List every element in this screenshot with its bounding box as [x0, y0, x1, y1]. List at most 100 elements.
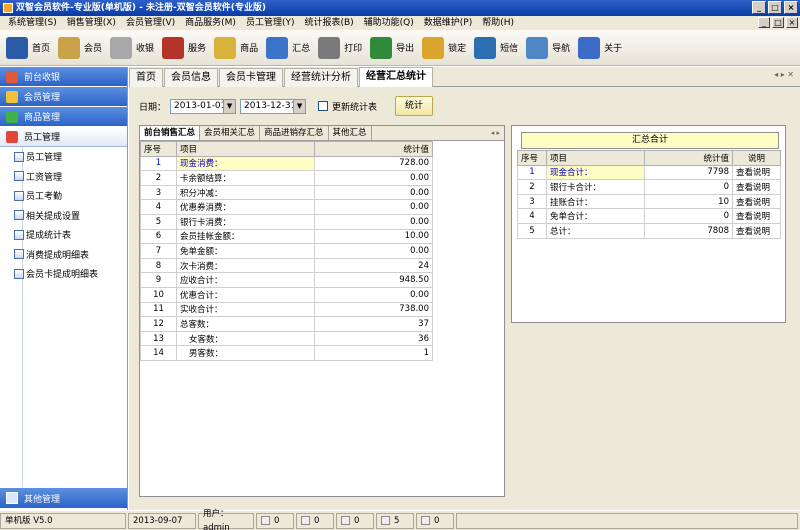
table-row[interactable]: 13 女客数： 36	[140, 330, 433, 347]
minimize-button[interactable]: _	[752, 1, 766, 14]
mdi-close-button[interactable]: ×	[786, 17, 798, 28]
end-date-picker[interactable]: 2013-12-31 ▼	[240, 98, 307, 114]
table-row[interactable]: 10 优惠合计： 0.00	[140, 286, 433, 303]
tab-scroll-arrows[interactable]: ◂ ▸ ✕	[774, 70, 794, 79]
sidebar-item-label: 提成统计表	[26, 231, 72, 242]
start-date-picker[interactable]: 2013-01-01 ▼	[170, 98, 237, 114]
chevron-down-icon[interactable]: ▼	[223, 99, 236, 113]
column-header[interactable]: 序号	[140, 141, 177, 157]
menu-reports[interactable]: 统计报表(B)	[299, 16, 358, 30]
update-stats-checkbox[interactable]	[318, 101, 329, 111]
toolbar-sms-button[interactable]: 短信	[474, 32, 518, 64]
sidebar-group-other[interactable]: 其他管理	[0, 488, 127, 508]
toolbar-cashier-button[interactable]: 收银	[110, 32, 154, 64]
stats-button[interactable]: 统计	[395, 96, 434, 116]
table-row[interactable]: 11 实收合计： 738.00	[140, 301, 433, 318]
sidebar-item-salary[interactable]: 工资管理	[0, 167, 127, 187]
table-row[interactable]: 14 男客数： 1	[140, 345, 433, 361]
toolbar-label: 服务	[188, 44, 207, 54]
table-row[interactable]: 2 卡余额结算： 0.00	[140, 170, 433, 186]
cell: 5	[517, 222, 547, 239]
table-row[interactable]: 1 现金消费： 728.00	[140, 155, 433, 172]
table-row[interactable]: 3 挂账合计： 10 查看说明	[517, 193, 781, 210]
menu-staff[interactable]: 员工管理(Y)	[241, 16, 300, 30]
menu-sales[interactable]: 销售管理(X)	[62, 16, 121, 30]
toolbar-print-button[interactable]: 打印	[318, 32, 362, 64]
windows-icon	[578, 36, 601, 59]
table-row[interactable]: 2 银行卡合计： 0 查看说明	[517, 179, 781, 195]
tab-card-manage[interactable]: 会员卡管理	[219, 68, 283, 87]
sidebar-item-attendance[interactable]: 员工考勤	[0, 186, 127, 206]
column-header[interactable]: 序号	[517, 150, 547, 166]
view-explanation-link[interactable]: 查看说明	[732, 193, 781, 210]
toolbar-goods-button[interactable]: 商品	[214, 32, 258, 64]
goods-icon	[6, 110, 18, 123]
window-title: 双智会员软件-专业版(单机版) - 未注册-双智会员软件(专业版)	[16, 3, 266, 13]
cell: 2	[140, 170, 177, 186]
subtab-front-sales[interactable]: 前台销售汇总	[140, 126, 201, 140]
column-header[interactable]: 项目	[176, 141, 315, 157]
menu-goods[interactable]: 商品服务(M)	[180, 16, 241, 30]
toolbar-lock-button[interactable]: 锁定	[422, 32, 466, 64]
column-header[interactable]: 统计值	[314, 141, 433, 157]
menu-help[interactable]: 帮助(H)	[477, 16, 519, 30]
subtab-scroll-arrows[interactable]: ◂ ▸	[491, 126, 504, 140]
close-button[interactable]: ×	[784, 1, 798, 14]
table-row[interactable]: 12 总客数： 37	[140, 316, 433, 332]
sidebar-group-goods[interactable]: 商品管理	[0, 107, 127, 127]
table-icon	[14, 268, 24, 279]
sidebar-group-staff[interactable]: 员工管理	[0, 127, 127, 147]
view-explanation-link[interactable]: 查看说明	[732, 164, 781, 181]
sidebar-item-consume-commission[interactable]: 消费提成明细表	[0, 245, 127, 265]
mdi-minimize-button[interactable]: _	[758, 17, 770, 28]
view-explanation-link[interactable]: 查看说明	[732, 179, 781, 195]
sidebar-item-staff-manage[interactable]: 员工管理	[0, 147, 127, 167]
toolbar-export-button[interactable]: 导出	[370, 32, 414, 64]
toolbar-about-button[interactable]: 关于	[578, 32, 622, 64]
cell: 0.00	[314, 286, 433, 303]
table-row[interactable]: 7 免单金额： 0.00	[140, 243, 433, 259]
sidebar-item-card-commission[interactable]: 会员卡提成明细表	[0, 264, 127, 284]
sidebar-item-commission-settings[interactable]: 相关提成设置	[0, 206, 127, 226]
view-explanation-link[interactable]: 查看说明	[732, 222, 781, 239]
cell: 免单合计：	[546, 208, 645, 224]
mdi-maximize-button[interactable]: □	[772, 17, 784, 28]
view-explanation-link[interactable]: 查看说明	[732, 208, 781, 224]
tab-home[interactable]: 首页	[129, 68, 163, 87]
maximize-button[interactable]: □	[768, 1, 782, 14]
toolbar-home-button[interactable]: 首页	[6, 32, 50, 64]
table-row[interactable]: 5 银行卡消费： 0.00	[140, 213, 433, 230]
tab-business-summary[interactable]: 经营汇总统计	[359, 67, 433, 87]
menu-data[interactable]: 数据维护(P)	[419, 16, 477, 30]
subtab-member-related[interactable]: 会员相关汇总	[200, 126, 261, 140]
toolbar-service-button[interactable]: 服务	[162, 32, 206, 64]
toolbar-member-button[interactable]: 会员	[58, 32, 102, 64]
subtab-inventory[interactable]: 商品进销存汇总	[260, 126, 329, 140]
menu-system[interactable]: 系统管理(S)	[3, 16, 62, 30]
chevron-down-icon[interactable]: ▼	[293, 99, 306, 113]
tab-member-info[interactable]: 会员信息	[164, 68, 218, 87]
table-row[interactable]: 6 会员挂帐金额： 10.00	[140, 228, 433, 245]
subtab-other[interactable]: 其他汇总	[329, 126, 372, 140]
sidebar-group-cashier[interactable]: 前台收银	[0, 67, 127, 87]
menu-tools[interactable]: 辅助功能(Q)	[359, 16, 419, 30]
column-header[interactable]: 项目	[546, 150, 645, 166]
toolbar: 首页 会员 收银 服务 商品 汇总 打印 导出 锁定 短信 导航 关于	[0, 30, 800, 66]
column-header[interactable]: 统计值	[644, 150, 733, 166]
table-row[interactable]: 4 免单合计： 0 查看说明	[517, 208, 781, 224]
table-row[interactable]: 4 优惠券消费： 0.00	[140, 199, 433, 215]
toolbar-label: 短信	[500, 44, 519, 54]
toolbar-summary-button[interactable]: 汇总	[266, 32, 310, 64]
table-row[interactable]: 1 现金合计： 7798 查看说明	[517, 164, 781, 181]
table-row[interactable]: 8 次卡消费： 24	[140, 257, 433, 274]
sidebar-group-member[interactable]: 会员管理	[0, 87, 127, 107]
table-row[interactable]: 3 积分冲减： 0.00	[140, 184, 433, 201]
table-row[interactable]: 9 应收合计： 948.50	[140, 272, 433, 288]
tab-business-analysis[interactable]: 经营统计分析	[284, 68, 358, 87]
toolbar-nav-button[interactable]: 导航	[526, 32, 570, 64]
menu-member[interactable]: 会员管理(V)	[121, 16, 180, 30]
table-row[interactable]: 5 总计： 7808 查看说明	[517, 222, 781, 239]
user-icon	[14, 171, 24, 182]
sidebar-item-commission-report[interactable]: 提成统计表	[0, 225, 127, 245]
column-header[interactable]: 说明	[732, 150, 781, 166]
